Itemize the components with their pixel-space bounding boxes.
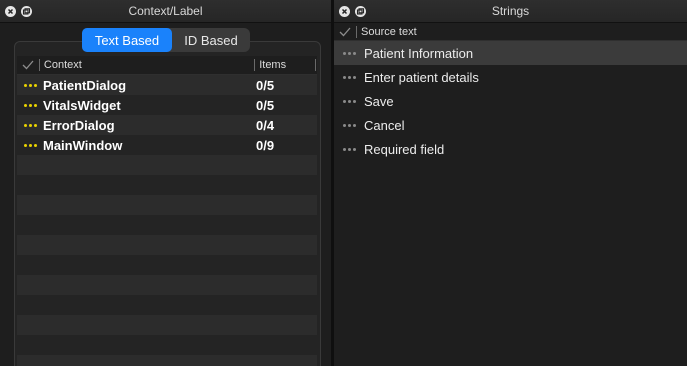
string-row[interactable]: Patient Information [334, 41, 687, 65]
float-icon[interactable] [20, 5, 32, 17]
empty-row [17, 255, 317, 275]
dots-icon [334, 123, 364, 127]
empty-row [17, 235, 317, 255]
context-name: MainWindow [43, 137, 123, 153]
panel-title: Strings [491, 4, 530, 18]
context-name: VitalsWidget [43, 97, 121, 113]
items-column-header[interactable]: Items [255, 59, 317, 71]
strings-panel: Strings Source text Patient Information E… [334, 0, 687, 366]
items-count: 0/4 [256, 117, 275, 133]
dots-icon [334, 75, 364, 79]
items-count: 0/5 [256, 97, 275, 113]
strings-list: Patient Information Enter patient details… [334, 41, 687, 161]
empty-row [17, 155, 317, 175]
dots-icon [334, 147, 364, 151]
mode-segmented-control: Text Based ID Based [82, 28, 250, 52]
close-icon[interactable] [338, 5, 350, 17]
strings-table-header: Source text [334, 23, 687, 41]
source-text: Save [364, 93, 394, 109]
string-row[interactable]: Required field [334, 137, 687, 161]
id-based-tab[interactable]: ID Based [172, 28, 250, 52]
float-icon[interactable] [354, 5, 366, 17]
dots-icon [334, 51, 364, 55]
empty-row [17, 195, 317, 215]
context-row[interactable]: VitalsWidget 0/5 [17, 95, 317, 115]
context-row[interactable]: PatientDialog 0/5 [17, 75, 317, 95]
dots-icon [17, 123, 43, 127]
empty-row [17, 215, 317, 235]
strings-panel-titlebar: Strings [334, 0, 687, 23]
context-table: Context Items PatientDialog 0/5 VitalsWidg… [17, 56, 317, 366]
items-count: 0/9 [256, 137, 275, 153]
source-text: Cancel [364, 117, 405, 133]
check-header-icon[interactable] [334, 27, 356, 37]
items-count: 0/5 [256, 77, 275, 93]
dots-icon [17, 103, 43, 107]
context-name: ErrorDialog [43, 117, 115, 133]
empty-row [17, 355, 317, 366]
context-name: PatientDialog [43, 77, 127, 93]
dots-icon [17, 143, 43, 147]
empty-row [17, 315, 317, 335]
string-row[interactable]: Enter patient details [334, 65, 687, 89]
dots-icon [17, 83, 43, 87]
empty-row [17, 335, 317, 355]
string-row[interactable]: Save [334, 89, 687, 113]
source-text: Enter patient details [364, 69, 479, 85]
dots-icon [334, 99, 364, 103]
context-column-header[interactable]: Context [40, 59, 254, 71]
context-row[interactable]: ErrorDialog 0/4 [17, 115, 317, 135]
close-icon[interactable] [4, 5, 16, 17]
string-row[interactable]: Cancel [334, 113, 687, 137]
empty-row [17, 175, 317, 195]
context-label-panel: Context/Label Text Based ID Based Contex… [0, 0, 331, 366]
column-divider [315, 59, 316, 71]
source-text: Required field [364, 141, 445, 157]
check-header-icon[interactable] [17, 60, 39, 70]
text-based-tab[interactable]: Text Based [82, 28, 172, 52]
source-text-column-header[interactable]: Source text [357, 26, 417, 38]
empty-row [17, 295, 317, 315]
source-text: Patient Information [364, 45, 474, 61]
context-row[interactable]: MainWindow 0/9 [17, 135, 317, 155]
empty-row [17, 275, 317, 295]
context-table-header: Context Items [17, 56, 317, 75]
context-panel-titlebar: Context/Label [0, 0, 331, 23]
panel-title: Context/Label [128, 4, 203, 18]
